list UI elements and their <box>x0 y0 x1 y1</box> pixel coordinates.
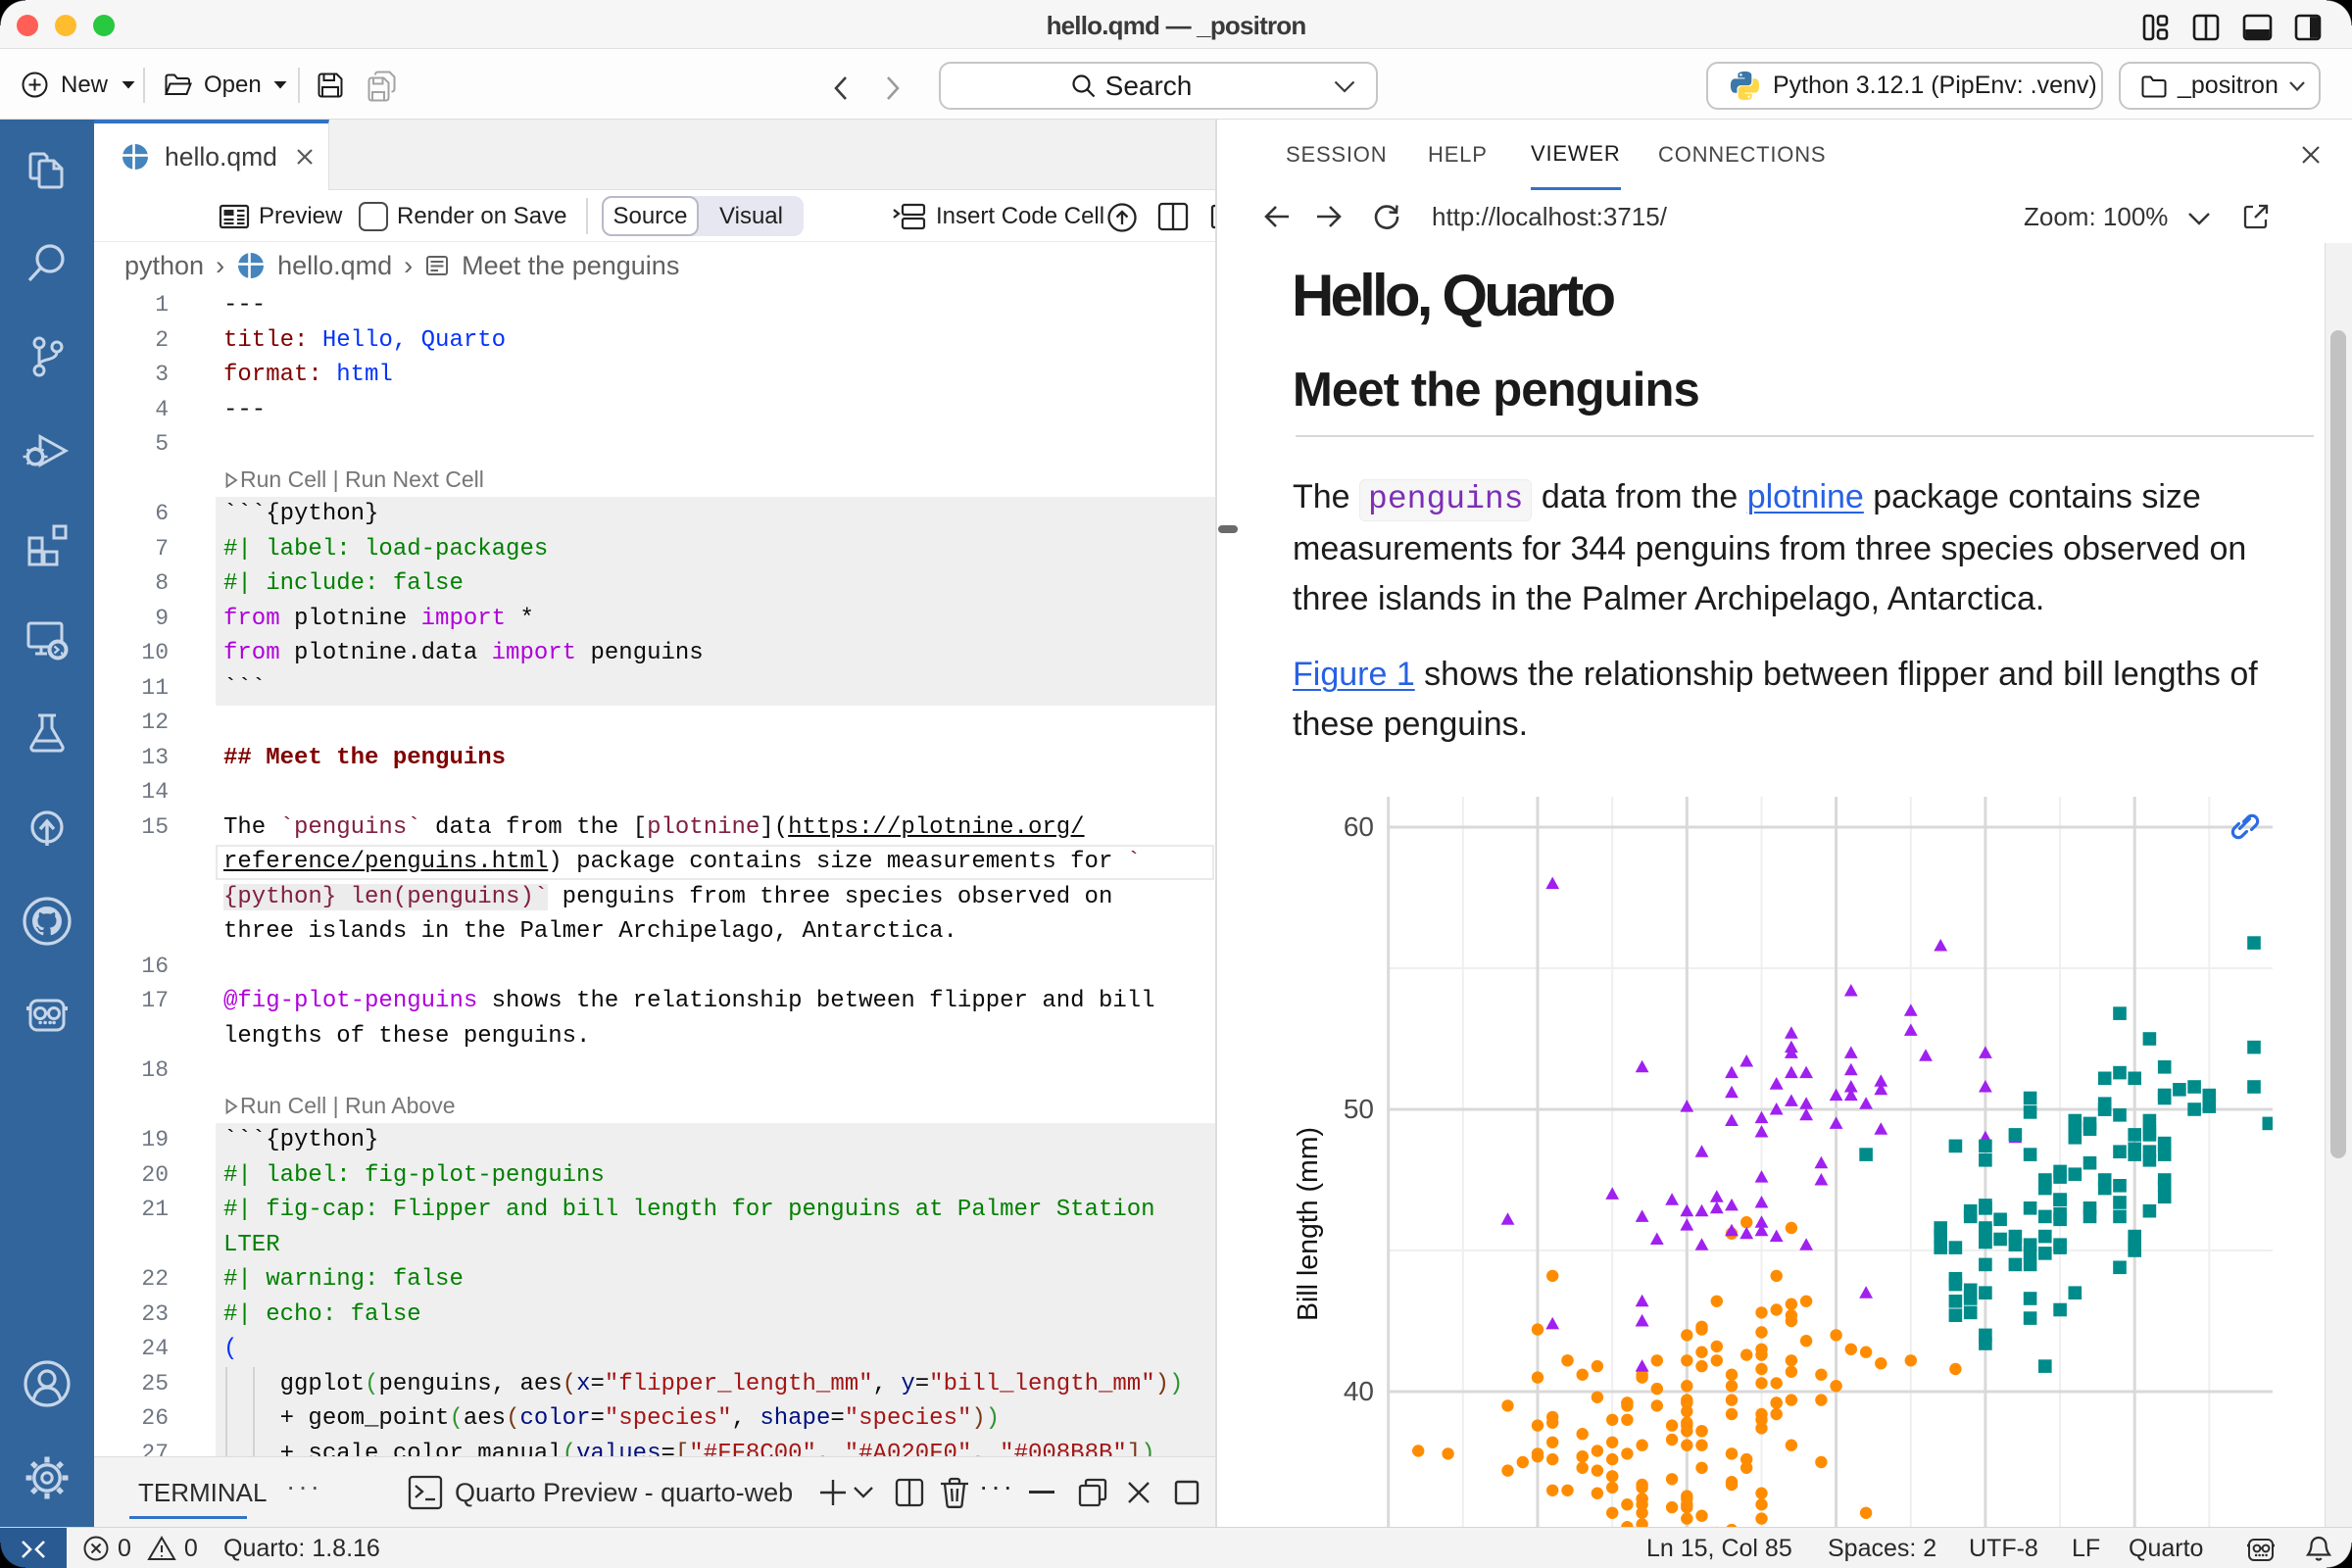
svg-text:40: 40 <box>1344 1376 1374 1406</box>
svg-text:Bill length (mm): Bill length (mm) <box>1293 1127 1324 1321</box>
svg-text:50: 50 <box>1344 1094 1374 1124</box>
svg-text:60: 60 <box>1344 811 1374 842</box>
